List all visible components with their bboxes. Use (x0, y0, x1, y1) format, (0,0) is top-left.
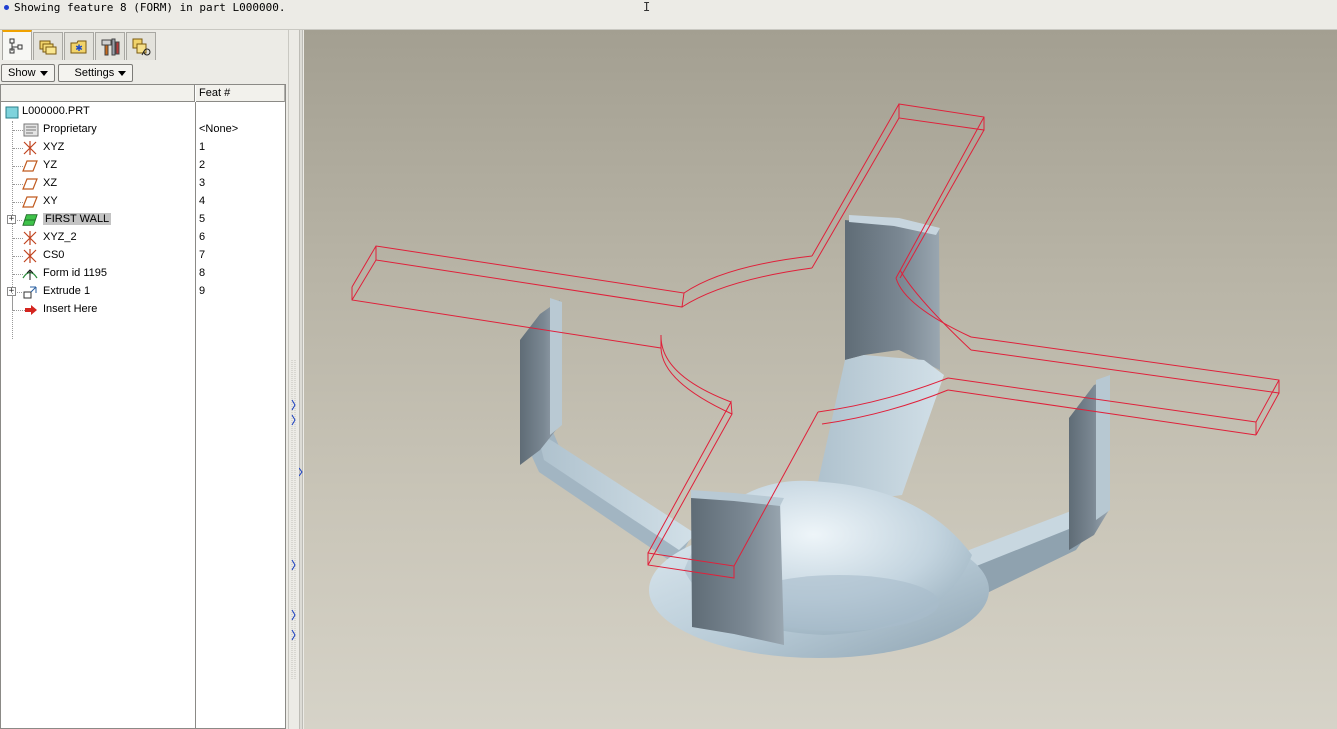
tree-item-xyz[interactable]: XYZ 1 (1, 139, 285, 157)
tree-item-cs0[interactable]: CS0 7 (1, 247, 285, 265)
name-column-header[interactable] (1, 85, 195, 102)
tree-item-label: XZ (43, 177, 58, 189)
tree-connector (12, 293, 13, 310)
right-flange-edge (1096, 375, 1110, 520)
tree-item-label: YZ (43, 159, 58, 171)
star-folder-icon: ✱ (70, 40, 87, 54)
navigator-panel: ✱ Show Settings Feat # L000000.PRT Propr… (0, 30, 288, 729)
tree-item-extrude[interactable]: + Extrude 1 9 (1, 283, 285, 301)
tree-item-proprietary[interactable]: Proprietary <None> (1, 121, 285, 139)
tree-icon (9, 38, 23, 54)
tree-item-form[interactable]: Form id 1195 8 (1, 265, 285, 283)
model-viewport[interactable] (304, 30, 1337, 729)
tools-icon (101, 38, 120, 55)
tree-item-label: Extrude 1 (43, 285, 91, 297)
info-bullet-icon (4, 5, 9, 10)
tree-item-feat-number: 3 (199, 177, 206, 189)
tree-item-xyz-2[interactable]: XYZ_2 6 (1, 229, 285, 247)
tree-item-feat-number: 4 (199, 195, 206, 207)
tree-item-xy[interactable]: XY 4 (1, 193, 285, 211)
navigator-toolbar: Show Settings (1, 64, 134, 82)
settings-menu-button[interactable]: Settings (57, 64, 134, 82)
form-feature-icon (22, 266, 38, 282)
panel-splitter[interactable] (288, 30, 304, 729)
tree-item-feat-number: <None> (199, 123, 239, 135)
show-menu-label: Show (8, 67, 36, 79)
tree-item-label: XY (43, 195, 58, 207)
graphics-window[interactable] (304, 30, 1337, 729)
part-icon (4, 104, 20, 120)
tree-item-label: CS0 (43, 249, 65, 261)
tree-item-feat-number: 2 (199, 159, 206, 171)
back-arm (814, 355, 944, 500)
tools-tab[interactable] (95, 32, 125, 60)
model-tree: Feat # L000000.PRT Proprietary <None> XY… (0, 84, 286, 729)
svg-text:✱: ✱ (75, 44, 83, 54)
tree-item-xz[interactable]: XZ 3 (1, 175, 285, 193)
back-flange (845, 220, 940, 370)
dropdown-arrow-icon (118, 70, 127, 76)
tree-item-feat-number: 8 (199, 267, 206, 279)
tree-item-yz[interactable]: YZ 2 (1, 157, 285, 175)
favorites-tab[interactable]: ✱ (64, 32, 94, 60)
folders-icon (39, 40, 57, 54)
tree-item-part[interactable]: L000000.PRT (1, 103, 285, 121)
tree-item-first-wall[interactable]: + FIRST WALL 5 (1, 211, 285, 229)
tree-connector (13, 130, 23, 131)
tree-item-feat-number: 6 (199, 231, 206, 243)
connections-icon (132, 38, 151, 55)
insert-arrow-icon (23, 302, 39, 318)
navigator-tabs: ✱ (2, 30, 157, 62)
tree-item-feat-number: 7 (199, 249, 206, 261)
tree-item-label: XYZ (43, 141, 65, 153)
text-cursor-icon: I (643, 0, 651, 14)
sheetmetal-wall-icon (22, 212, 38, 228)
expand-toggle-icon[interactable]: + (7, 215, 16, 224)
tree-item-feat-number: 9 (199, 285, 206, 297)
tree-item-feat-number: 1 (199, 141, 206, 153)
tree-item-label: Proprietary (43, 123, 97, 135)
connections-tab[interactable] (126, 32, 156, 60)
feat-number-column-header[interactable]: Feat # (196, 85, 285, 102)
datum-plane-icon (22, 176, 38, 192)
datum-plane-icon (22, 194, 38, 210)
tree-item-label: L000000.PRT (22, 105, 90, 117)
folder-browser-tab[interactable] (33, 32, 63, 60)
left-flange-edge (550, 298, 562, 435)
front-flange (691, 494, 784, 645)
show-menu-button[interactable]: Show (1, 64, 55, 82)
message-area: Showing feature 8 (FORM) in part L000000… (0, 0, 1337, 30)
splitter-grip-icon (291, 360, 296, 680)
tree-item-label: FIRST WALL (43, 213, 112, 225)
collapse-arrow-icon (299, 467, 303, 477)
extrude-icon (22, 284, 38, 300)
tree-item-feat-number: 5 (199, 213, 206, 225)
settings-menu-label: Settings (74, 67, 115, 79)
status-message: Showing feature 8 (FORM) in part L000000… (14, 1, 286, 14)
datum-plane-icon (22, 158, 38, 174)
tree-item-insert-here[interactable]: Insert Here (1, 293, 285, 319)
splitter-sash[interactable] (299, 30, 303, 729)
left-arm-top (537, 432, 696, 550)
coordinate-system-icon (22, 248, 38, 264)
model-tree-tab[interactable] (2, 30, 32, 60)
tree-item-label: XYZ_2 (43, 231, 77, 243)
tree-item-label: Insert Here (43, 303, 98, 315)
tree-item-label: Form id 1195 (43, 267, 107, 279)
coordinate-system-icon (22, 230, 38, 246)
dropdown-arrow-icon (39, 70, 48, 76)
note-icon (23, 122, 39, 138)
coordinate-system-icon (22, 140, 38, 156)
